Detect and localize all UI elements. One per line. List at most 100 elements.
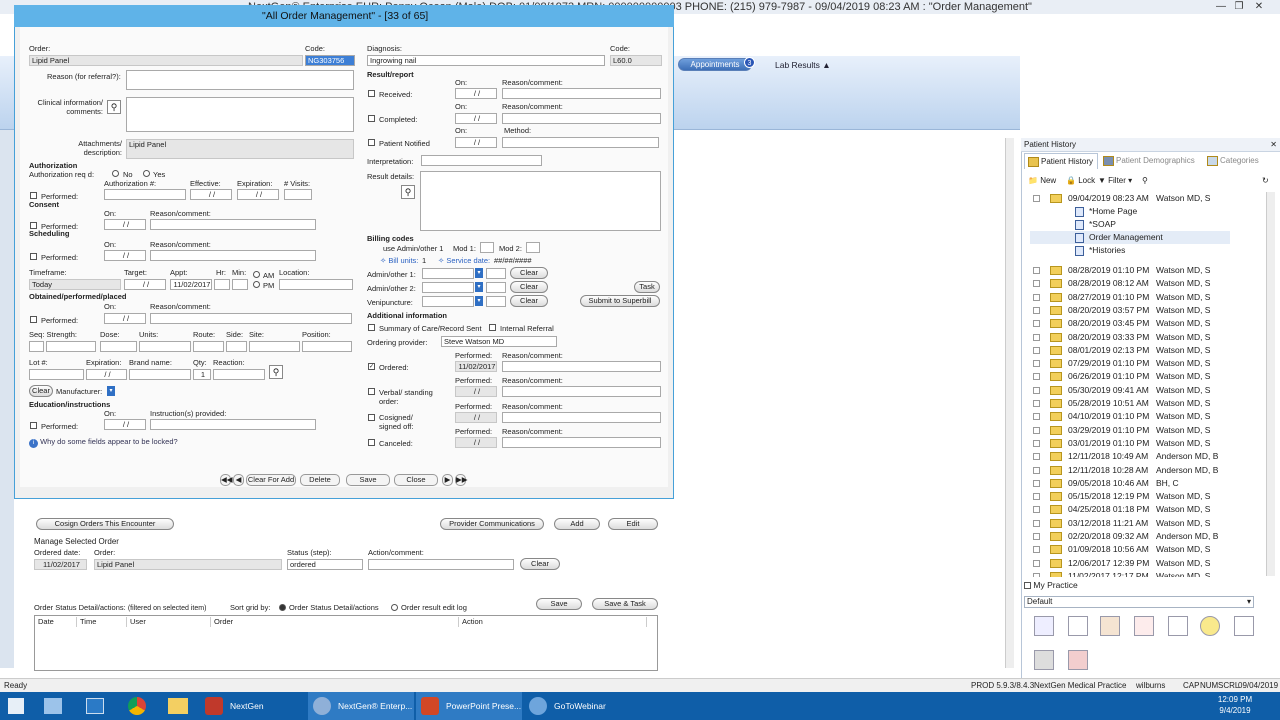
scheduling-performed-checkbox[interactable]	[30, 253, 37, 260]
tree-node-encounter[interactable]: 12/11/2018 10:28 AM Anderson MD, B	[1030, 464, 1270, 477]
consent-reason-field[interactable]	[150, 219, 316, 230]
expand-icon[interactable]	[1033, 346, 1040, 354]
tree-node-encounter[interactable]: 03/12/2018 11:21 AM Watson MD, S	[1030, 517, 1270, 530]
tree-node-encounter[interactable]: 12/06/2017 12:39 PM Watson MD, S	[1030, 557, 1270, 570]
interpretation-field[interactable]	[421, 155, 542, 166]
left-navigation-strip[interactable]	[0, 68, 14, 668]
ordered-checkbox[interactable]: ✓	[368, 363, 375, 370]
save-and-task-button[interactable]: Save & Task	[592, 598, 658, 610]
collapse-icon[interactable]	[1033, 195, 1040, 202]
delete-button[interactable]: Delete	[300, 474, 340, 486]
manufacturer-dropdown[interactable]: ▾	[107, 386, 115, 396]
submit-superbill-button[interactable]: Submit to Superbill	[580, 295, 660, 307]
tree-node-encounter[interactable]: 06/26/2019 01:10 PM Watson MD, S	[1030, 370, 1270, 383]
tree-node-encounter[interactable]: 01/09/2018 10:56 AM Watson MD, S	[1030, 543, 1270, 556]
appointments-button[interactable]: Appointments	[678, 58, 752, 71]
expand-icon[interactable]	[1033, 453, 1040, 461]
tree-node-encounter[interactable]: 05/15/2018 12:19 PM Watson MD, S	[1030, 490, 1270, 503]
tree-node-encounter[interactable]: 08/20/2019 03:45 PM Watson MD, S	[1030, 317, 1270, 330]
admin1-clear-button[interactable]: Clear	[510, 267, 548, 279]
ordered-reason-field[interactable]	[502, 361, 661, 372]
chrome-icon[interactable]	[128, 697, 146, 715]
gear-icon[interactable]	[1200, 616, 1220, 636]
clear-button[interactable]: Clear	[520, 558, 560, 570]
result-details-field[interactable]	[420, 171, 661, 231]
clear-manufacturer-button[interactable]: Clear	[29, 385, 53, 397]
admin2-dropdown[interactable]: ▾	[475, 282, 483, 292]
chart-folder-icon[interactable]	[1100, 616, 1120, 636]
tree-node-encounter[interactable]: 04/10/2019 01:10 PM Watson MD, S	[1030, 410, 1270, 423]
completed-on-field[interactable]: / /	[455, 113, 497, 124]
consent-performed-checkbox[interactable]	[30, 222, 37, 229]
notified-on-field[interactable]: / /	[455, 137, 497, 148]
dialog-title-bar[interactable]: "All Order Management" - [33 of 65]	[14, 5, 674, 27]
calendar-icon[interactable]	[1034, 616, 1054, 636]
tree-node-encounter[interactable]: 08/28/2019 01:10 PM Watson MD, S	[1030, 264, 1270, 277]
tree-node-encounter[interactable]: 12/11/2018 10:49 AM Anderson MD, B	[1030, 450, 1270, 463]
expand-icon[interactable]	[1033, 320, 1040, 328]
tree-child-soap[interactable]: *SOAP	[1030, 218, 1230, 231]
tree-node-encounter[interactable]: 04/25/2018 01:18 PM Watson MD, S	[1030, 503, 1270, 516]
rx-icon[interactable]	[1234, 616, 1254, 636]
canceled-reason-field[interactable]	[502, 437, 661, 448]
expand-icon[interactable]	[1033, 386, 1040, 394]
col-action[interactable]: Action	[459, 617, 647, 627]
auth-number-field[interactable]	[104, 189, 186, 200]
lot-field[interactable]	[29, 369, 84, 380]
expand-icon[interactable]	[1033, 373, 1040, 381]
col-order[interactable]: Order	[211, 617, 459, 627]
lock-button[interactable]: 🔒 Lock	[1066, 176, 1095, 185]
new-button[interactable]: 📁 New	[1028, 176, 1056, 185]
my-practice-header[interactable]: My Practice	[1024, 580, 1274, 590]
side-field[interactable]	[226, 341, 247, 352]
expand-icon[interactable]	[1033, 413, 1040, 421]
obtained-on-field[interactable]: / /	[104, 313, 146, 324]
appt-field[interactable]: 11/02/2017	[170, 279, 212, 290]
expand-icon[interactable]	[1033, 439, 1040, 447]
expand-icon[interactable]	[1033, 400, 1040, 407]
code-field[interactable]: NG303756	[305, 55, 355, 66]
expand-icon[interactable]	[1033, 506, 1040, 514]
cosign-orders-button[interactable]: Cosign Orders This Encounter	[36, 518, 174, 530]
sort-result-radio[interactable]	[391, 604, 398, 611]
expand-icon[interactable]	[1033, 519, 1040, 527]
close-icon[interactable]: ✕	[1250, 0, 1268, 14]
expand-icon[interactable]	[1033, 479, 1040, 487]
taskbar-nextgen[interactable]: NextGen	[200, 692, 302, 720]
expand-icon[interactable]	[1033, 426, 1040, 434]
min-field[interactable]	[232, 279, 248, 290]
locked-fields-help-link[interactable]: i Why do some fields appear to be locked…	[29, 437, 178, 448]
target-field[interactable]: / /	[124, 279, 166, 290]
instructions-field[interactable]	[150, 419, 316, 430]
diagnosis-field[interactable]: Ingrowing nail	[367, 55, 605, 66]
medication-icon[interactable]	[1134, 616, 1154, 636]
tree-node-encounter[interactable]: 07/29/2019 01:10 PM Watson MD, S	[1030, 357, 1270, 370]
obtained-performed-checkbox[interactable]	[30, 316, 37, 323]
tree-node-encounter[interactable]: 08/27/2019 01:10 PM Watson MD, S	[1030, 291, 1270, 304]
tree-node-encounter[interactable]: 03/01/2019 01:10 PM Watson MD, S	[1030, 437, 1270, 450]
admin1-field[interactable]	[422, 268, 474, 279]
order-status-grid[interactable]: Date Time User Order Action	[34, 615, 658, 671]
add-button[interactable]: Add	[554, 518, 600, 530]
method-field[interactable]	[502, 137, 659, 148]
patient-notified-checkbox[interactable]	[368, 139, 375, 146]
received-checkbox[interactable]	[368, 90, 375, 97]
expand-icon[interactable]	[1033, 333, 1040, 341]
first-record-icon[interactable]: ◀◀	[220, 474, 233, 486]
completed-reason-field[interactable]	[502, 113, 661, 124]
tree-child-histories[interactable]: *Histories	[1030, 244, 1230, 257]
admin2-clear-button[interactable]: Clear	[510, 281, 548, 293]
verbal-checkbox[interactable]	[368, 388, 375, 395]
history-scrollbar[interactable]	[1266, 192, 1275, 576]
route-field[interactable]	[193, 341, 224, 352]
auth-performed-checkbox[interactable]	[30, 192, 37, 199]
close-pane-icon[interactable]: ✕	[1270, 138, 1277, 152]
tab-patient-history[interactable]: Patient History	[1024, 153, 1098, 169]
search-icon[interactable]: ⚲	[107, 100, 121, 114]
expand-icon[interactable]	[1033, 280, 1040, 288]
previous-record-icon[interactable]: ◀	[233, 474, 244, 486]
brand-name-field[interactable]	[129, 369, 191, 380]
mod2-field[interactable]	[526, 242, 540, 253]
taskbar-gotowebinar[interactable]: GoToWebinar	[524, 692, 628, 720]
edit-button[interactable]: Edit	[608, 518, 658, 530]
